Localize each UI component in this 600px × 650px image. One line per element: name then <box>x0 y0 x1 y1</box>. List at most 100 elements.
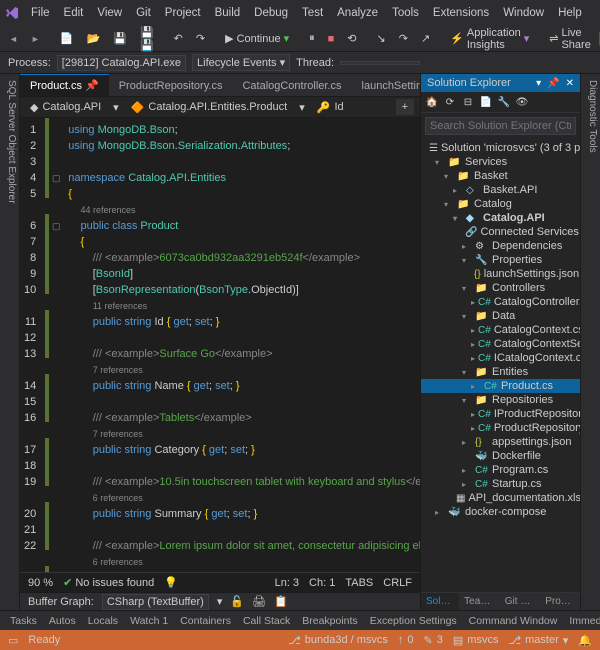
tree-item-catalogcontext-cs[interactable]: ▸C#CatalogContext.cs <box>421 323 580 337</box>
thread-combo[interactable] <box>340 61 420 65</box>
breadcrumb-project[interactable]: ◆ Catalog.API <box>26 99 105 116</box>
menu-analyze[interactable]: Analyze <box>330 4 385 22</box>
tree-item-dependencies[interactable]: ▸⚙Dependencies <box>421 239 580 253</box>
open-button[interactable]: 📂 <box>82 29 106 48</box>
tree-item-data[interactable]: ▾📁Data <box>421 309 580 323</box>
github-repo[interactable]: ⎇ bunda3d / msvcs <box>288 634 388 647</box>
left-gutter-sql-explorer[interactable]: SQL Server Object Explorer <box>0 74 20 610</box>
output-tab-breakpoints[interactable]: Breakpoints <box>296 613 363 629</box>
continue-button[interactable]: ▶ Continue ▾ <box>220 29 294 48</box>
app-insights-button[interactable]: ⚡ Application Insights ▾ <box>445 24 534 54</box>
menu-view[interactable]: View <box>90 4 129 22</box>
nav-back-button[interactable]: ◄ <box>4 31 23 47</box>
tree-item-controllers[interactable]: ▾📁Controllers <box>421 281 580 295</box>
preview-icon[interactable]: 👁 <box>515 95 529 109</box>
sync-icon[interactable]: ⟳ <box>443 95 457 109</box>
live-share-button[interactable]: ⇌ Live Share <box>544 24 596 54</box>
menu-test[interactable]: Test <box>295 4 330 22</box>
output-tab-containers[interactable]: Containers <box>174 613 237 629</box>
menu-tools[interactable]: Tools <box>385 4 426 22</box>
code-editor[interactable]: 1234567891011121314151617181920212223242… <box>20 118 420 572</box>
zoom-level[interactable]: 90 % <box>28 577 53 589</box>
menu-edit[interactable]: Edit <box>57 4 91 22</box>
tree-item-catalog-api[interactable]: ▾◆Catalog.API <box>421 211 580 225</box>
output-tab-autos[interactable]: Autos <box>43 613 82 629</box>
save-button[interactable]: 💾 <box>108 29 132 48</box>
output-tab-locals[interactable]: Locals <box>82 613 124 629</box>
tree-item-startup-cs[interactable]: ▸C#Startup.cs <box>421 477 580 491</box>
tree-item-services[interactable]: ▾📁Services <box>421 155 580 169</box>
properties-icon[interactable]: 🔧 <box>497 95 511 109</box>
issues-indicator[interactable]: ✔ No issues found <box>63 576 154 589</box>
tree-item-api_documentation-xlsx[interactable]: ▦API_documentation.xlsx <box>421 491 580 505</box>
buffer-combo[interactable]: CSharp (TextBuffer) <box>102 594 209 610</box>
nav-forward-button[interactable]: ► <box>26 31 45 47</box>
notifications-icon[interactable]: 🔔 <box>578 634 592 647</box>
step-over-button[interactable]: ↷ <box>394 29 413 48</box>
stop-button[interactable]: ■ <box>323 30 340 48</box>
tree-item-docker-compose[interactable]: ▸🐳docker-compose <box>421 505 580 519</box>
buffer-copy-icon[interactable]: 📋 <box>274 595 288 608</box>
home-icon[interactable]: 🏠 <box>425 95 439 109</box>
tree-item-program-cs[interactable]: ▸C#Program.cs <box>421 463 580 477</box>
menu-debug[interactable]: Debug <box>247 4 295 22</box>
menu-file[interactable]: File <box>24 4 57 22</box>
tree-item-solution-microsvcs-3-of-3-projects-[interactable]: ☰Solution 'microsvcs' (3 of 3 projects) <box>421 141 580 155</box>
tab-launchsettings-json[interactable]: launchSettings.json <box>352 76 420 96</box>
menu-extensions[interactable]: Extensions <box>426 4 496 22</box>
menu-project[interactable]: Project <box>158 4 208 22</box>
tree-item-catalogcontroller-cs[interactable]: ▸C#CatalogController.cs <box>421 295 580 309</box>
output-tab-exception-settings[interactable]: Exception Settings <box>364 613 463 629</box>
panel-tab-2[interactable]: Git Cha... <box>500 593 541 610</box>
tree-item-entities[interactable]: ▾📁Entities <box>421 365 580 379</box>
save-all-button[interactable]: 💾💾 <box>135 23 159 55</box>
solution-tree[interactable]: ☰Solution 'microsvcs' (3 of 3 projects)▾… <box>421 139 580 592</box>
menu-git[interactable]: Git <box>129 4 158 22</box>
output-tab-tasks[interactable]: Tasks <box>4 613 43 629</box>
output-tab-watch-1[interactable]: Watch 1 <box>124 613 174 629</box>
branch-name[interactable]: ⎇ master ▾ <box>508 634 568 647</box>
tree-item-appsettings-json[interactable]: ▸{}appsettings.json <box>421 435 580 449</box>
pause-button[interactable]: ⏸ <box>304 29 320 48</box>
menu-help[interactable]: Help <box>593 4 600 22</box>
tree-item-iproductrepository-cs[interactable]: ▸C#IProductRepository.cs <box>421 407 580 421</box>
undo-button[interactable]: ↶ <box>169 29 188 48</box>
panel-tab-1[interactable]: Team E... <box>459 593 500 610</box>
tree-item-productrepository-cs[interactable]: ▸C#ProductRepository.cs <box>421 421 580 435</box>
output-tab-immediate-window[interactable]: Immediate Window <box>563 613 600 629</box>
new-item-button[interactable]: 📄 <box>55 29 79 48</box>
output-tab-call-stack[interactable]: Call Stack <box>237 613 296 629</box>
panel-tab-0[interactable]: Solutio... <box>421 593 459 610</box>
menu-help[interactable]: Help <box>551 4 589 22</box>
buffer-tool-icon[interactable]: 🔓 <box>230 595 244 608</box>
process-combo[interactable]: [29812] Catalog.API.exe <box>57 55 186 71</box>
tree-item-catalogcontextseed-cs[interactable]: ▸C#CatalogContextSeed.cs <box>421 337 580 351</box>
tree-item-catalog[interactable]: ▾📁Catalog <box>421 197 580 211</box>
solution-search-input[interactable] <box>425 117 576 135</box>
pending-changes[interactable]: ✎ 3 <box>424 634 443 647</box>
dropdown-icon[interactable]: ▾ <box>536 78 541 89</box>
outgoing-commits[interactable]: ↑ 0 <box>398 634 414 646</box>
tab-catalogcontroller-cs[interactable]: CatalogController.cs <box>232 76 351 96</box>
collapse-icon[interactable]: ⊟ <box>461 95 475 109</box>
tree-item-icatalogcontext-cs[interactable]: ▸C#ICatalogContext.cs <box>421 351 580 365</box>
menu-build[interactable]: Build <box>208 4 248 22</box>
breadcrumb-member[interactable]: 🔑 Id <box>313 99 348 116</box>
panel-tab-3[interactable]: Propert... <box>540 593 580 610</box>
tree-item-connected-services[interactable]: 🔗Connected Services <box>421 225 580 239</box>
buffer-print-icon[interactable]: 🖨 <box>252 595 266 608</box>
tree-item-repositories[interactable]: ▾📁Repositories <box>421 393 580 407</box>
output-tab-command-window[interactable]: Command Window <box>463 613 564 629</box>
step-into-button[interactable]: ↘ <box>372 29 391 48</box>
redo-button[interactable]: ↷ <box>191 29 210 48</box>
add-tab-button[interactable]: + <box>396 99 414 115</box>
tab-productrepository-cs[interactable]: ProductRepository.cs <box>109 76 233 96</box>
breadcrumb-namespace[interactable]: 🔶 Catalog.API.Entities.Product <box>127 99 292 116</box>
tree-item-basket[interactable]: ▾📁Basket <box>421 169 580 183</box>
tab-product-cs[interactable]: Product.cs 📌 <box>20 74 109 96</box>
tree-item-basket-api[interactable]: ▸◇Basket.API <box>421 183 580 197</box>
repo-name[interactable]: ▤ msvcs <box>453 634 499 647</box>
tree-item-dockerfile[interactable]: 🐳Dockerfile <box>421 449 580 463</box>
tree-item-launchsettings-json[interactable]: {}launchSettings.json <box>421 267 580 281</box>
step-out-button[interactable]: ↗ <box>416 29 435 48</box>
